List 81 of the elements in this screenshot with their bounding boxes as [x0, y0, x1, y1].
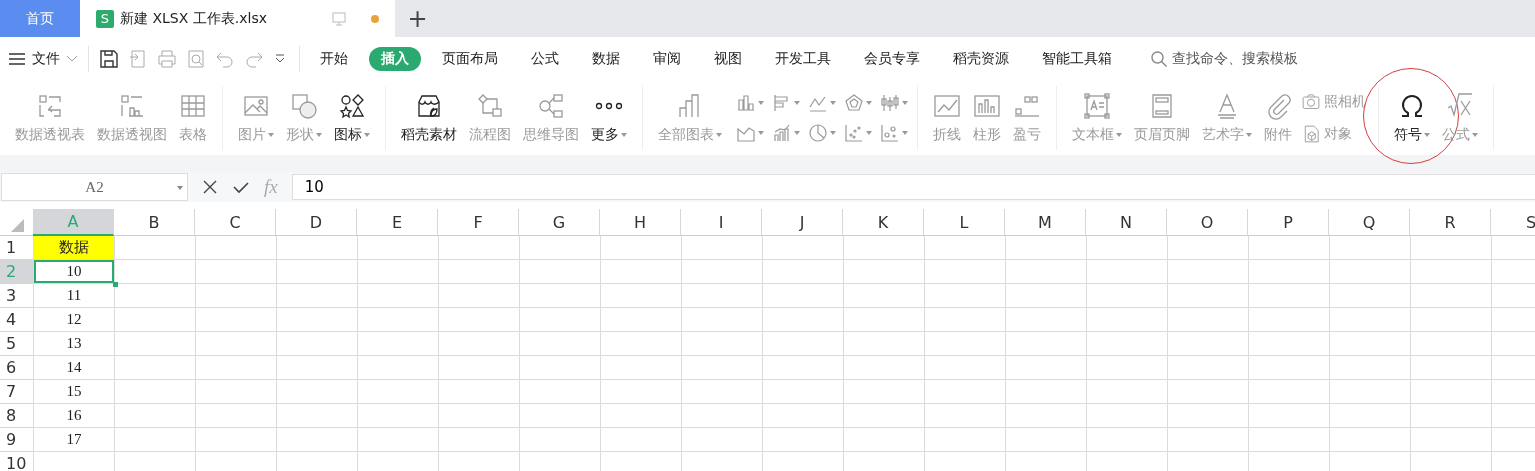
- column-header[interactable]: B: [114, 209, 195, 236]
- camera-icon: [1301, 91, 1321, 112]
- ribbon-tab[interactable]: 开始: [308, 46, 360, 71]
- command-search[interactable]: 查找命令、搜索模板: [1150, 49, 1298, 68]
- column-header[interactable]: D: [276, 209, 357, 236]
- ribbon-tab[interactable]: 公式: [519, 46, 571, 71]
- menu-icon: [8, 51, 26, 66]
- ribbon-button[interactable]: 稻壳素材: [395, 89, 463, 146]
- chart-type-button[interactable]: [772, 92, 800, 113]
- table-cell: 11: [33, 284, 114, 308]
- spreadsheet-logo-icon: S: [96, 9, 114, 28]
- chart-type-button[interactable]: [844, 122, 872, 143]
- column-header[interactable]: G: [519, 209, 600, 236]
- column-header[interactable]: I: [681, 209, 762, 236]
- export-icon[interactable]: [128, 48, 148, 69]
- row-header[interactable]: 10: [0, 452, 33, 471]
- save-icon[interactable]: [99, 48, 119, 69]
- monitor-icon[interactable]: [331, 10, 347, 27]
- file-menu[interactable]: 文件: [8, 45, 89, 72]
- chart-type-button[interactable]: [880, 92, 908, 113]
- chart-type-button[interactable]: [844, 92, 872, 113]
- cancel-icon[interactable]: [202, 179, 218, 195]
- ribbon-tab[interactable]: 开发工具: [763, 46, 843, 71]
- table-cell: 16: [33, 404, 114, 428]
- ribbon-tab[interactable]: 智能工具箱: [1030, 46, 1124, 71]
- formula-input[interactable]: 10: [291, 174, 1535, 200]
- row-header[interactable]: 6: [0, 356, 33, 380]
- name-box[interactable]: A2: [1, 173, 188, 201]
- chevron-down-icon: [66, 54, 78, 63]
- table-cell: 13: [33, 332, 114, 356]
- ribbon-button[interactable]: 符号: [1388, 89, 1436, 146]
- chart-type-button[interactable]: [880, 122, 908, 143]
- table-cell: 15: [33, 380, 114, 404]
- column-header[interactable]: P: [1248, 209, 1329, 236]
- column-header[interactable]: R: [1410, 209, 1491, 236]
- column-header[interactable]: E: [357, 209, 438, 236]
- chart-type-button[interactable]: [772, 122, 800, 143]
- row-header[interactable]: 9: [0, 428, 33, 452]
- document-title: 新建 XLSX 工作表.xlsx: [120, 9, 268, 28]
- row-header[interactable]: 5: [0, 332, 33, 356]
- ellipsis-icon: [595, 100, 623, 111]
- column-header[interactable]: C: [195, 209, 276, 236]
- column-header[interactable]: L: [924, 209, 1005, 236]
- check-icon[interactable]: [232, 179, 250, 195]
- ribbon-button[interactable]: 图标: [328, 89, 376, 146]
- column-header[interactable]: M: [1005, 209, 1086, 236]
- column-header[interactable]: J: [762, 209, 843, 236]
- column-header[interactable]: S: [1491, 209, 1535, 236]
- shapes-icon: [290, 91, 318, 120]
- ribbon-button[interactable]: 更多: [585, 89, 633, 146]
- table-cell: 14: [33, 356, 114, 380]
- ribbon-tab[interactable]: 数据: [580, 46, 632, 71]
- table-cell: 12: [33, 308, 114, 332]
- chart-type-button[interactable]: [736, 92, 764, 113]
- row-header[interactable]: 3: [0, 284, 33, 308]
- row-header[interactable]: 4: [0, 308, 33, 332]
- print-icon[interactable]: [157, 48, 177, 69]
- ribbon-tab[interactable]: 页面布局: [430, 46, 510, 71]
- ribbon-tab[interactable]: 稻壳资源: [941, 46, 1021, 71]
- print-preview-icon[interactable]: [186, 48, 206, 69]
- ribbon-tab[interactable]: 会员专享: [852, 46, 932, 71]
- column-header[interactable]: O: [1167, 209, 1248, 236]
- table-cell: 10: [33, 260, 114, 284]
- ribbon-tab[interactable]: 视图: [702, 46, 754, 71]
- table-cell: 17: [33, 428, 114, 452]
- ribbon-tab[interactable]: 审阅: [641, 46, 693, 71]
- fill-handle[interactable]: [113, 282, 118, 287]
- table-cell: 数据: [33, 236, 114, 260]
- column-header[interactable]: H: [600, 209, 681, 236]
- column-header[interactable]: Q: [1329, 209, 1410, 236]
- column-header[interactable]: F: [438, 209, 519, 236]
- column-header[interactable]: N: [1086, 209, 1167, 236]
- row-header[interactable]: 7: [0, 380, 33, 404]
- column-header[interactable]: K: [843, 209, 924, 236]
- chart-type-button[interactable]: [808, 122, 836, 143]
- text-box-icon: [1083, 91, 1111, 120]
- mind-map-icon: [537, 91, 565, 120]
- row-header[interactable]: 8: [0, 404, 33, 428]
- search-icon: [1150, 49, 1168, 68]
- document-tab[interactable]: S 新建 XLSX 工作表.xlsx: [80, 0, 395, 37]
- new-tab-button[interactable]: +: [395, 0, 440, 37]
